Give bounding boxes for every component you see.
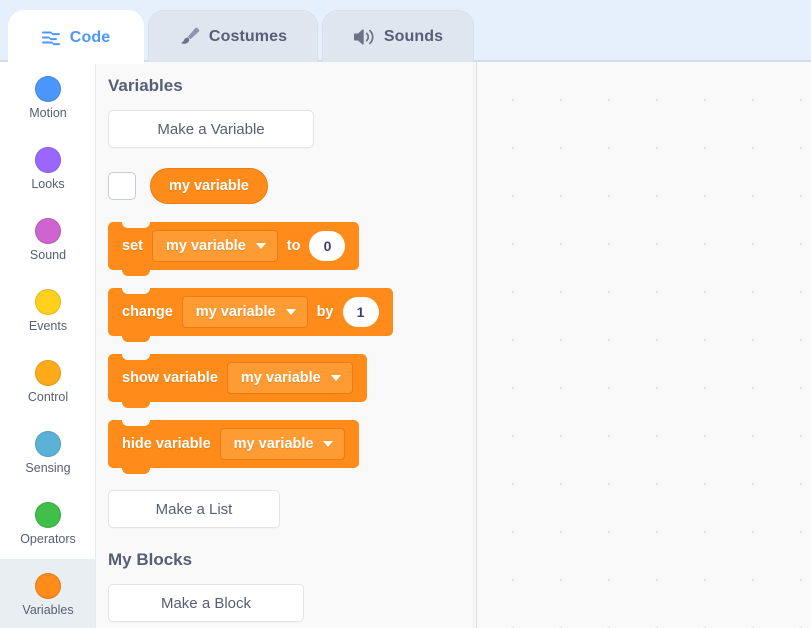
tab-sounds-label: Sounds — [383, 27, 444, 45]
tab-costumes[interactable]: Costumes — [148, 10, 318, 62]
tab-code-label: Code — [69, 28, 111, 46]
category-motion[interactable]: Motion — [0, 62, 95, 133]
category-operators[interactable]: Operators — [0, 488, 95, 559]
chevron-down-icon — [285, 309, 296, 315]
make-a-variable-button[interactable]: Make a Variable — [108, 110, 314, 148]
change-block-value-input[interactable]: 1 — [342, 297, 379, 327]
set-block-variable-dropdown[interactable]: my variable — [151, 230, 278, 262]
speaker-icon — [353, 28, 375, 46]
category-sensing[interactable]: Sensing — [0, 417, 95, 488]
category-looks-label: Looks — [31, 176, 65, 191]
category-control-label: Control — [27, 389, 69, 404]
tab-code[interactable]: Code — [8, 10, 144, 64]
category-sound[interactable]: Sound — [0, 204, 95, 275]
paintbrush-icon — [179, 27, 200, 46]
my-variable-checkbox[interactable] — [108, 172, 136, 200]
show-block-label: show variable — [122, 370, 218, 386]
scratch-editor: Code Costumes Sounds Motion Looks Sound … — [0, 0, 811, 628]
category-events[interactable]: Events — [0, 275, 95, 346]
set-block-connector: to — [286, 238, 301, 254]
category-sound-label: Sound — [29, 247, 67, 262]
category-operators-label: Operators — [20, 531, 76, 546]
set-variable-block[interactable]: set my variable to 0 — [108, 222, 360, 276]
variables-color-dot — [35, 572, 61, 599]
change-block-connector: by — [316, 304, 334, 320]
palette-heading-variables: Variables — [108, 76, 183, 95]
category-control[interactable]: Control — [0, 346, 95, 417]
show-block-variable-dropdown[interactable]: my variable — [226, 362, 353, 394]
motion-color-dot — [35, 75, 61, 102]
tab-sounds[interactable]: Sounds — [322, 10, 474, 62]
code-blocks-icon — [41, 29, 61, 46]
hide-block-dropdown-value: my variable — [233, 436, 314, 452]
category-sensing-label: Sensing — [25, 460, 71, 475]
events-color-dot — [35, 288, 61, 315]
chevron-down-icon — [255, 243, 266, 249]
hide-block-label: hide variable — [122, 436, 211, 452]
make-a-block-button[interactable]: Make a Block — [108, 584, 304, 622]
chevron-down-icon — [330, 375, 341, 381]
looks-color-dot — [35, 146, 61, 173]
palette-heading-my-blocks: My Blocks — [108, 550, 193, 569]
category-variables[interactable]: Variables — [0, 559, 95, 628]
category-motion-label: Motion — [29, 105, 67, 120]
change-block-label: change — [122, 304, 173, 320]
block-palette[interactable]: Variables Make a Variable my variable se… — [96, 62, 476, 628]
make-a-list-button[interactable]: Make a List — [108, 490, 280, 528]
my-variable-reporter-block[interactable]: my variable — [150, 168, 268, 204]
change-variable-block[interactable]: change my variable by 1 — [108, 288, 393, 342]
category-looks[interactable]: Looks — [0, 133, 95, 204]
tab-costumes-label: Costumes — [208, 27, 288, 45]
chevron-down-icon — [323, 441, 334, 447]
sensing-color-dot — [35, 430, 61, 457]
show-variable-block-wrap: show variable my variable — [108, 354, 476, 408]
set-block-label: set — [122, 238, 143, 254]
hide-block-variable-dropdown[interactable]: my variable — [219, 428, 346, 460]
category-variables-label: Variables — [22, 602, 74, 617]
control-color-dot — [35, 359, 61, 386]
palette-divider-outer — [473, 62, 474, 628]
operators-color-dot — [35, 501, 61, 528]
hide-variable-block-wrap: hide variable my variable — [108, 420, 476, 474]
category-events-label: Events — [28, 318, 68, 333]
change-block-dropdown-value: my variable — [195, 304, 276, 320]
sound-color-dot — [35, 217, 61, 244]
variable-reporter-row: my variable — [108, 168, 476, 204]
script-workspace-canvas[interactable] — [477, 62, 811, 628]
set-variable-block-wrap: set my variable to 0 — [108, 222, 476, 276]
set-block-dropdown-value: my variable — [165, 238, 246, 254]
change-block-variable-dropdown[interactable]: my variable — [181, 296, 308, 328]
change-variable-block-wrap: change my variable by 1 — [108, 288, 476, 342]
hide-variable-block[interactable]: hide variable my variable — [108, 420, 360, 474]
block-category-sidebar: Motion Looks Sound Events Control Sensin… — [0, 62, 96, 628]
show-variable-block[interactable]: show variable my variable — [108, 354, 367, 408]
editor-tab-bar: Code Costumes Sounds — [0, 0, 811, 64]
show-block-dropdown-value: my variable — [240, 370, 321, 386]
set-block-value-input[interactable]: 0 — [309, 231, 346, 261]
